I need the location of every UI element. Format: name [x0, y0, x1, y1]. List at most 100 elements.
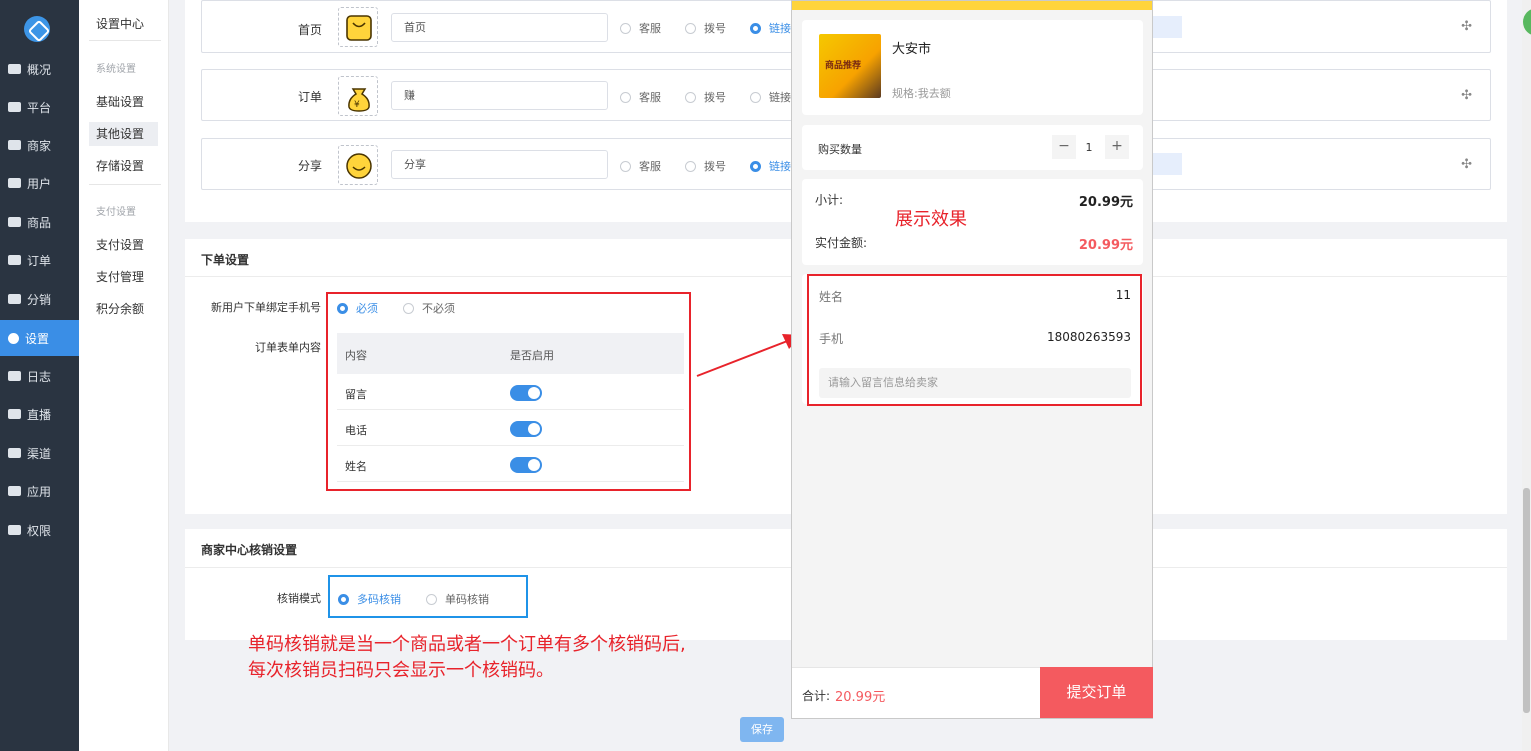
lock-icon: [8, 525, 21, 535]
radio-label: 拨号: [704, 160, 726, 173]
radio-label: 客服: [639, 160, 661, 173]
drag-handle-icon[interactable]: ✣: [1461, 88, 1472, 103]
drag-handle-icon[interactable]: ✣: [1461, 19, 1472, 34]
submenu-item-points[interactable]: 积分余额: [89, 297, 158, 321]
nav-name-input[interactable]: 分享: [391, 150, 608, 179]
order-form-label: 订单表单内容: [255, 341, 321, 354]
phone-preview: 商品推荐 大安市 规格:我去额 购买数量 − 1 + 小计: 20.99元 实付…: [791, 0, 1153, 719]
store-icon: [8, 140, 21, 150]
main-sidebar: 概况 平台 商家 用户 商品 订单 分销 设置 日志 直播 渠道 应用 权限: [0, 0, 79, 751]
nav-type-dial-radio[interactable]: 拨号: [685, 20, 726, 36]
sidebar-item-label: 商品: [27, 215, 52, 230]
log-icon: [8, 371, 21, 381]
submenu-item-pay-manage[interactable]: 支付管理: [89, 265, 158, 289]
total-value: 20.99元: [835, 690, 886, 705]
sidebar-item-apps[interactable]: 应用: [0, 473, 79, 509]
drag-handle-icon[interactable]: ✣: [1461, 157, 1472, 172]
sidebar-item-label: 设置: [25, 331, 50, 346]
smiley-icon: [346, 153, 372, 179]
sidebar-item-overview[interactable]: 概况: [0, 51, 79, 87]
scrollbar-thumb[interactable]: [1523, 488, 1530, 713]
nav-type-link-radio[interactable]: 链接: [750, 20, 791, 36]
save-button[interactable]: 保存: [740, 717, 784, 742]
nav-type-service-radio[interactable]: 客服: [620, 89, 661, 105]
link-input-strip[interactable]: [1152, 16, 1182, 38]
product-card: 商品推荐 大安市 规格:我去额: [802, 20, 1143, 115]
channel-icon: [8, 448, 21, 458]
nav-type-dial-radio[interactable]: 拨号: [685, 89, 726, 105]
quantity-minus-button[interactable]: −: [1052, 135, 1076, 159]
nav-row-label: 订单: [297, 90, 322, 104]
distribution-icon: [8, 294, 21, 304]
submenu-item-other[interactable]: 其他设置: [89, 122, 158, 146]
paid-label: 实付金额:: [815, 236, 868, 250]
submenu-item-pay-settings[interactable]: 支付设置: [89, 233, 158, 257]
link-input-strip[interactable]: [1152, 153, 1182, 175]
sidebar-item-label: 用户: [27, 176, 52, 191]
sidebar-item-label: 渠道: [27, 446, 52, 461]
nav-row-label: 分享: [297, 159, 322, 173]
sidebar-item-user[interactable]: 用户: [0, 165, 79, 201]
sidebar-item-label: 平台: [27, 100, 52, 115]
submenu-title: 设置中心: [96, 17, 145, 31]
nav-icon-picker[interactable]: [338, 145, 378, 185]
sidebar-item-label: 商家: [27, 138, 52, 153]
nav-type-link-radio[interactable]: 链接: [750, 158, 791, 174]
bind-phone-label: 新用户下单绑定手机号: [211, 301, 321, 314]
sidebar-item-settings[interactable]: 设置: [0, 320, 79, 356]
nav-type-link-radio[interactable]: 链接: [750, 89, 791, 105]
submenu-item-basic[interactable]: 基础设置: [89, 90, 158, 114]
sidebar-item-permission[interactable]: 权限: [0, 512, 79, 548]
subtotal-value: 20.99元: [1078, 195, 1133, 210]
scrollbar-track[interactable]: [1522, 0, 1531, 751]
product-image-text: 商品推荐: [825, 61, 862, 71]
live-icon: [8, 409, 21, 419]
sidebar-item-order[interactable]: 订单: [0, 242, 79, 278]
app-root: 概况 平台 商家 用户 商品 订单 分销 设置 日志 直播 渠道 应用 权限 设…: [0, 0, 1531, 751]
radio-label: 客服: [639, 22, 661, 35]
product-spec: 规格:我去额: [892, 87, 951, 100]
nav-name-input[interactable]: 赚: [391, 81, 608, 110]
submenu-item-storage[interactable]: 存储设置: [89, 154, 158, 178]
quantity-card: 购买数量 − 1 +: [802, 125, 1143, 170]
verify-mode-label: 核销模式: [277, 592, 321, 605]
submit-order-button[interactable]: 提交订单: [1040, 667, 1153, 718]
phone-header-bar: [792, 1, 1152, 10]
goods-icon: [8, 217, 21, 227]
sidebar-item-label: 概况: [27, 62, 52, 77]
shopping-bag-icon: [346, 15, 372, 41]
order-icon: [8, 255, 21, 265]
annotation-arrow-icon: [696, 334, 802, 377]
sidebar-item-live[interactable]: 直播: [0, 396, 79, 432]
annotation-line: 单码核销就是当一个商品或者一个订单有多个核销码后,: [248, 634, 686, 655]
nav-name-input[interactable]: 首页: [391, 13, 608, 42]
quantity-plus-button[interactable]: +: [1105, 135, 1129, 159]
product-image: 商品推荐: [819, 34, 881, 98]
annotation-line: 每次核销员扫码只会显示一个核销码。: [248, 660, 554, 681]
sidebar-item-merchant[interactable]: 商家: [0, 127, 79, 163]
user-icon: [8, 178, 21, 188]
sidebar-item-distribution[interactable]: 分销: [0, 281, 79, 317]
svg-text:¥: ¥: [354, 100, 360, 110]
sidebar-item-log[interactable]: 日志: [0, 358, 79, 394]
nav-type-service-radio[interactable]: 客服: [620, 158, 661, 174]
shop-name: 大安市: [892, 42, 932, 57]
app-logo-icon[interactable]: [24, 16, 50, 42]
divider: [89, 184, 161, 185]
nav-row-label: 首页: [297, 23, 322, 37]
nav-type-service-radio[interactable]: 客服: [620, 20, 661, 36]
nav-icon-picker[interactable]: ¥: [338, 76, 378, 116]
highlight-box: [328, 575, 528, 618]
highlight-box: [807, 274, 1142, 406]
nav-type-dial-radio[interactable]: 拨号: [685, 158, 726, 174]
sidebar-item-label: 应用: [27, 484, 52, 499]
sidebar-item-channel[interactable]: 渠道: [0, 435, 79, 471]
apps-icon: [8, 486, 21, 496]
section-title: 下单设置: [201, 253, 250, 267]
sidebar-item-platform[interactable]: 平台: [0, 89, 79, 125]
quantity-value[interactable]: 1: [1079, 141, 1099, 154]
sidebar-item-label: 日志: [27, 369, 52, 384]
nav-icon-picker[interactable]: [338, 7, 378, 47]
submenu-group-system: 系统设置: [96, 64, 136, 75]
sidebar-item-goods[interactable]: 商品: [0, 204, 79, 240]
